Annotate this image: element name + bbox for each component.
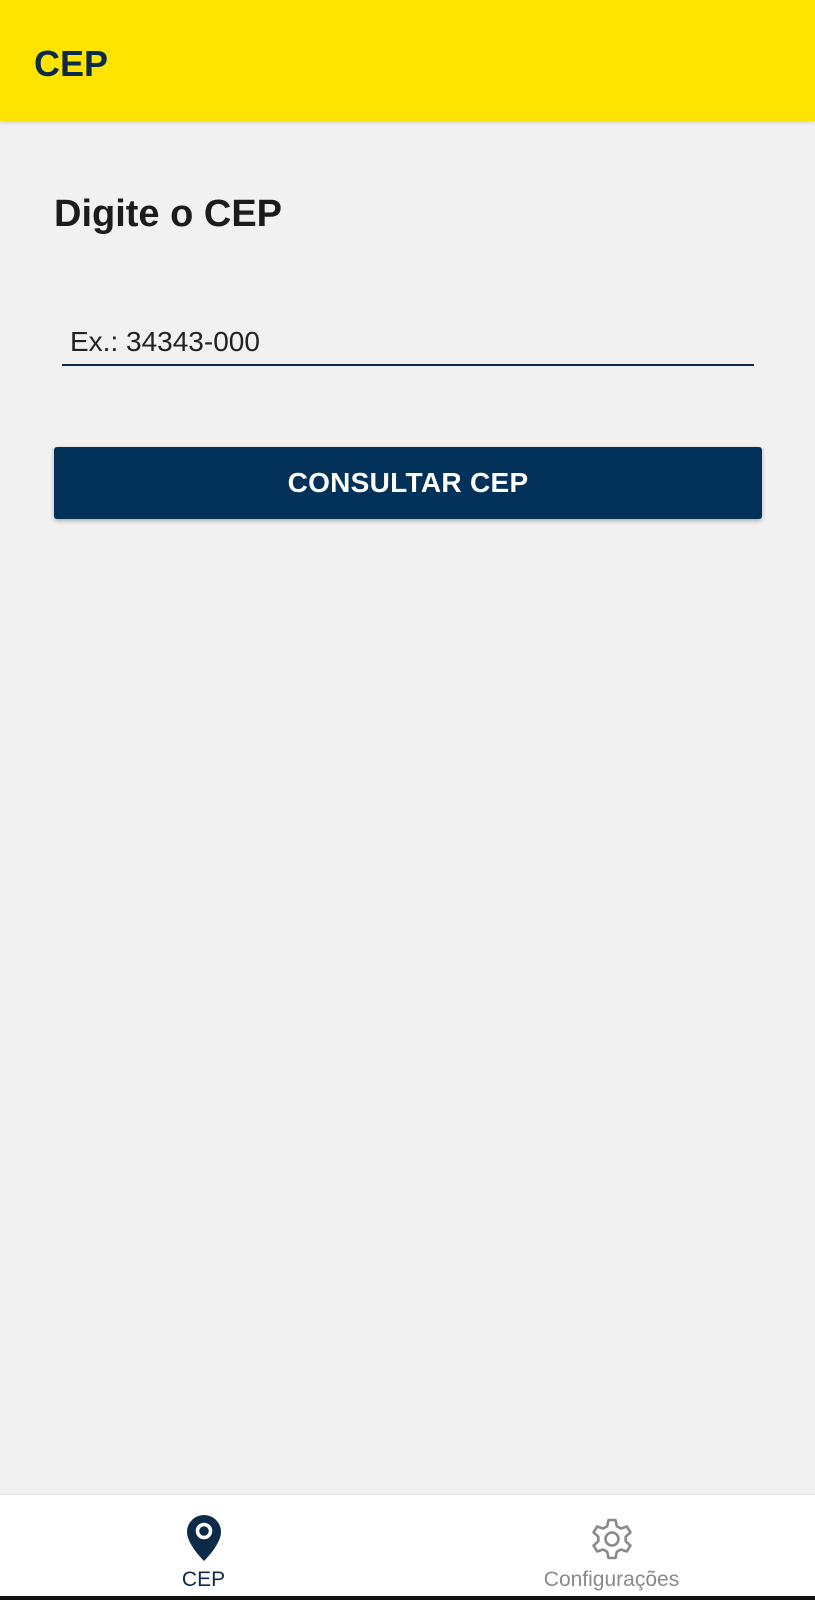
nav-item-cep[interactable]: CEP (0, 1495, 407, 1600)
gear-icon (591, 1518, 632, 1560)
consult-cep-button[interactable]: CONSULTAR CEP (54, 447, 762, 519)
app-bar: CEP (0, 0, 815, 121)
bottom-edge-divider (0, 1596, 815, 1600)
bottom-navigation: CEP Configurações (0, 1494, 815, 1600)
cep-input[interactable] (62, 320, 754, 366)
app-title: CEP (34, 43, 109, 84)
location-pin-icon (186, 1515, 221, 1561)
app-screen: CEP Digite o CEP CONSULTAR CEP CEP Confi… (0, 0, 815, 1600)
nav-item-configuracoes[interactable]: Configurações (408, 1495, 815, 1600)
page-heading: Digite o CEP (54, 193, 283, 235)
nav-label-cep: CEP (181, 1568, 226, 1591)
nav-label-configuracoes: Configurações (543, 1568, 680, 1591)
